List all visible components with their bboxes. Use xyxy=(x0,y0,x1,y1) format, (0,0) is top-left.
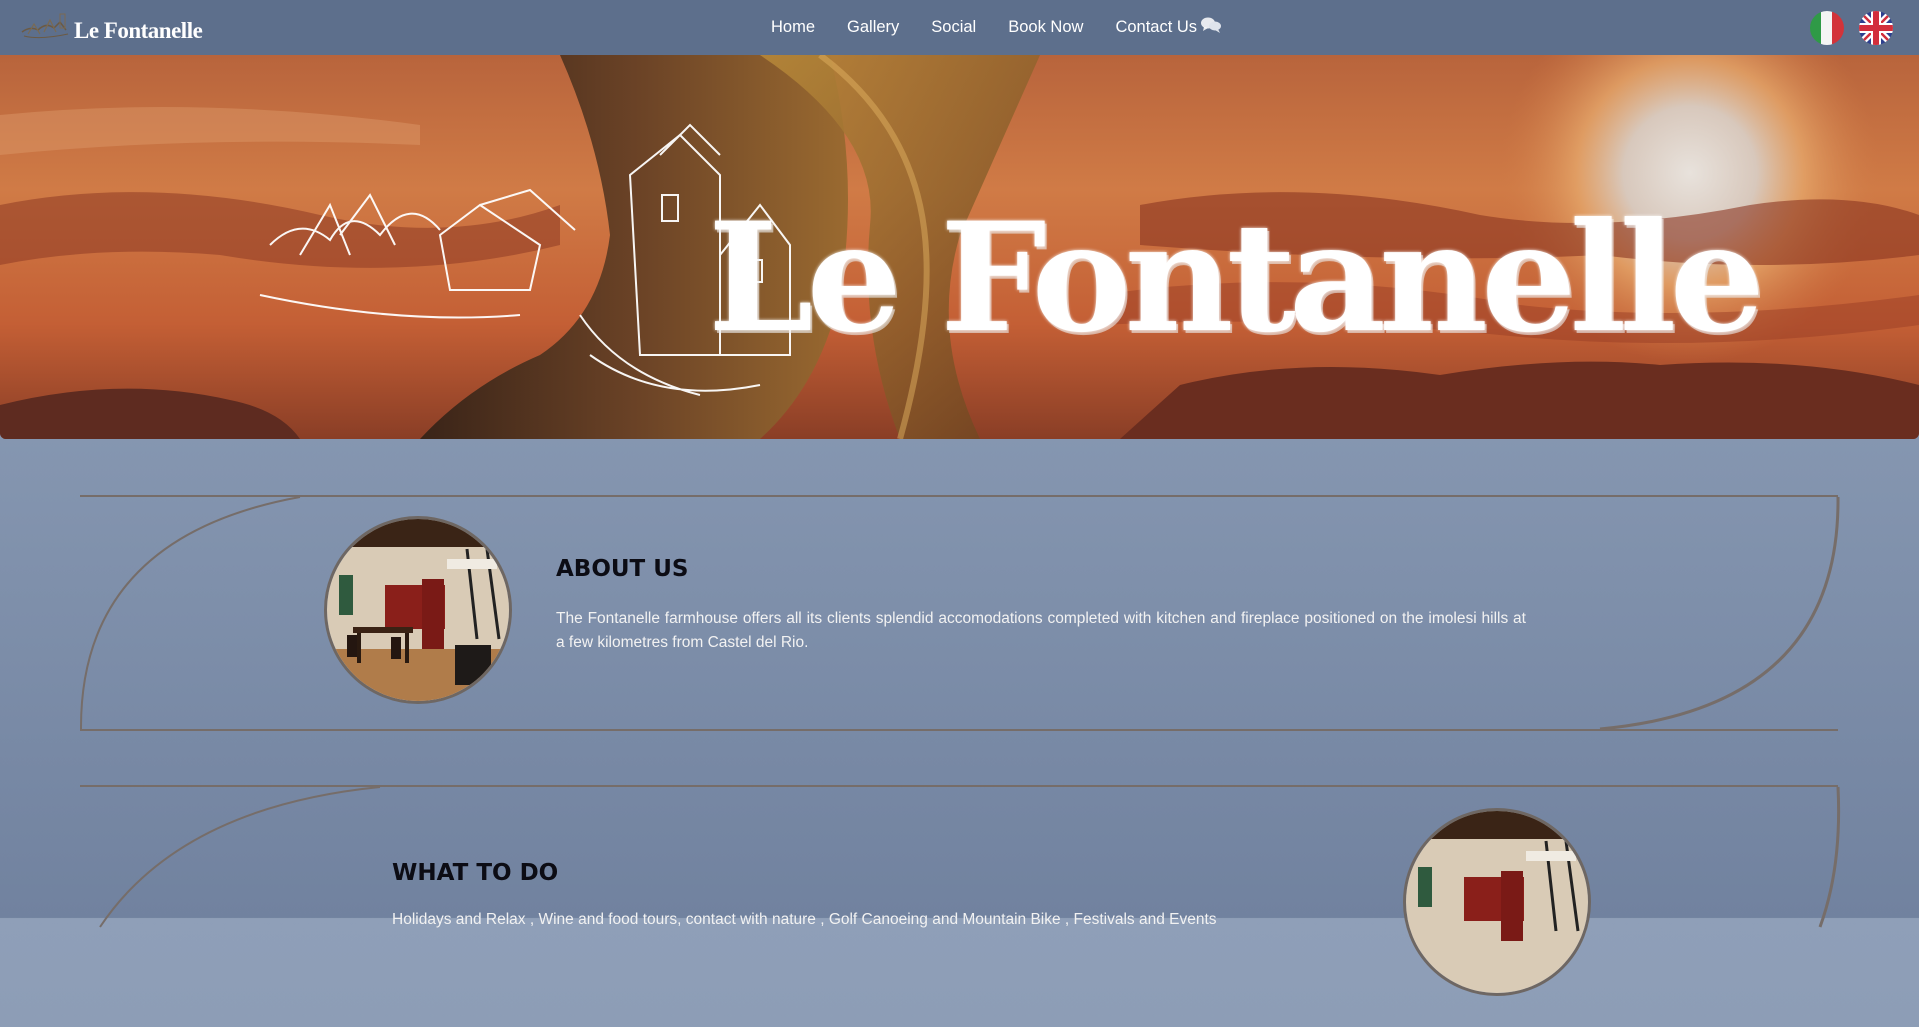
chat-bubbles-icon xyxy=(1200,16,1222,39)
farmhouse-logo-icon xyxy=(21,13,69,39)
italian-flag-icon[interactable] xyxy=(1810,11,1844,45)
what-to-do-title: WHAT TO DO xyxy=(392,860,559,886)
what-to-do-text: Holidays and Relax , Wine and food tours… xyxy=(392,911,1217,928)
nav-social-link[interactable]: Social xyxy=(931,18,976,37)
nav-home-link[interactable]: Home xyxy=(771,18,815,37)
what-to-do-section: WHAT TO DO Holidays and Relax , Wine and… xyxy=(80,785,1841,1027)
uk-flag-icon[interactable] xyxy=(1859,11,1893,45)
about-us-section: ABOUT US The Fontanelle farmhouse offers… xyxy=(79,495,1840,731)
nav-contact-us-label: Contact Us xyxy=(1115,18,1198,36)
brand-logo-link[interactable]: Le Fontanelle xyxy=(20,8,203,48)
nav-gallery-link[interactable]: Gallery xyxy=(847,18,899,37)
nav-book-now-link[interactable]: Book Now xyxy=(1008,18,1083,37)
top-navbar: Le Fontanelle Home Gallery Social Book N… xyxy=(0,0,1919,55)
hero-title: Le Fontanelle xyxy=(708,190,1765,366)
what-to-do-photo xyxy=(1403,808,1591,996)
brand-name: Le Fontanelle xyxy=(74,18,203,43)
hero-banner: Le Fontanelle xyxy=(0,55,1919,439)
nav-contact-us-link[interactable]: Contact Us xyxy=(1115,16,1222,39)
about-us-text: The Fontanelle farmhouse offers all its … xyxy=(556,610,1526,651)
about-us-kitchen-photo xyxy=(324,516,512,704)
about-us-title: ABOUT US xyxy=(556,556,689,582)
main-nav: Home Gallery Social Book Now Contact Us xyxy=(771,0,1222,55)
